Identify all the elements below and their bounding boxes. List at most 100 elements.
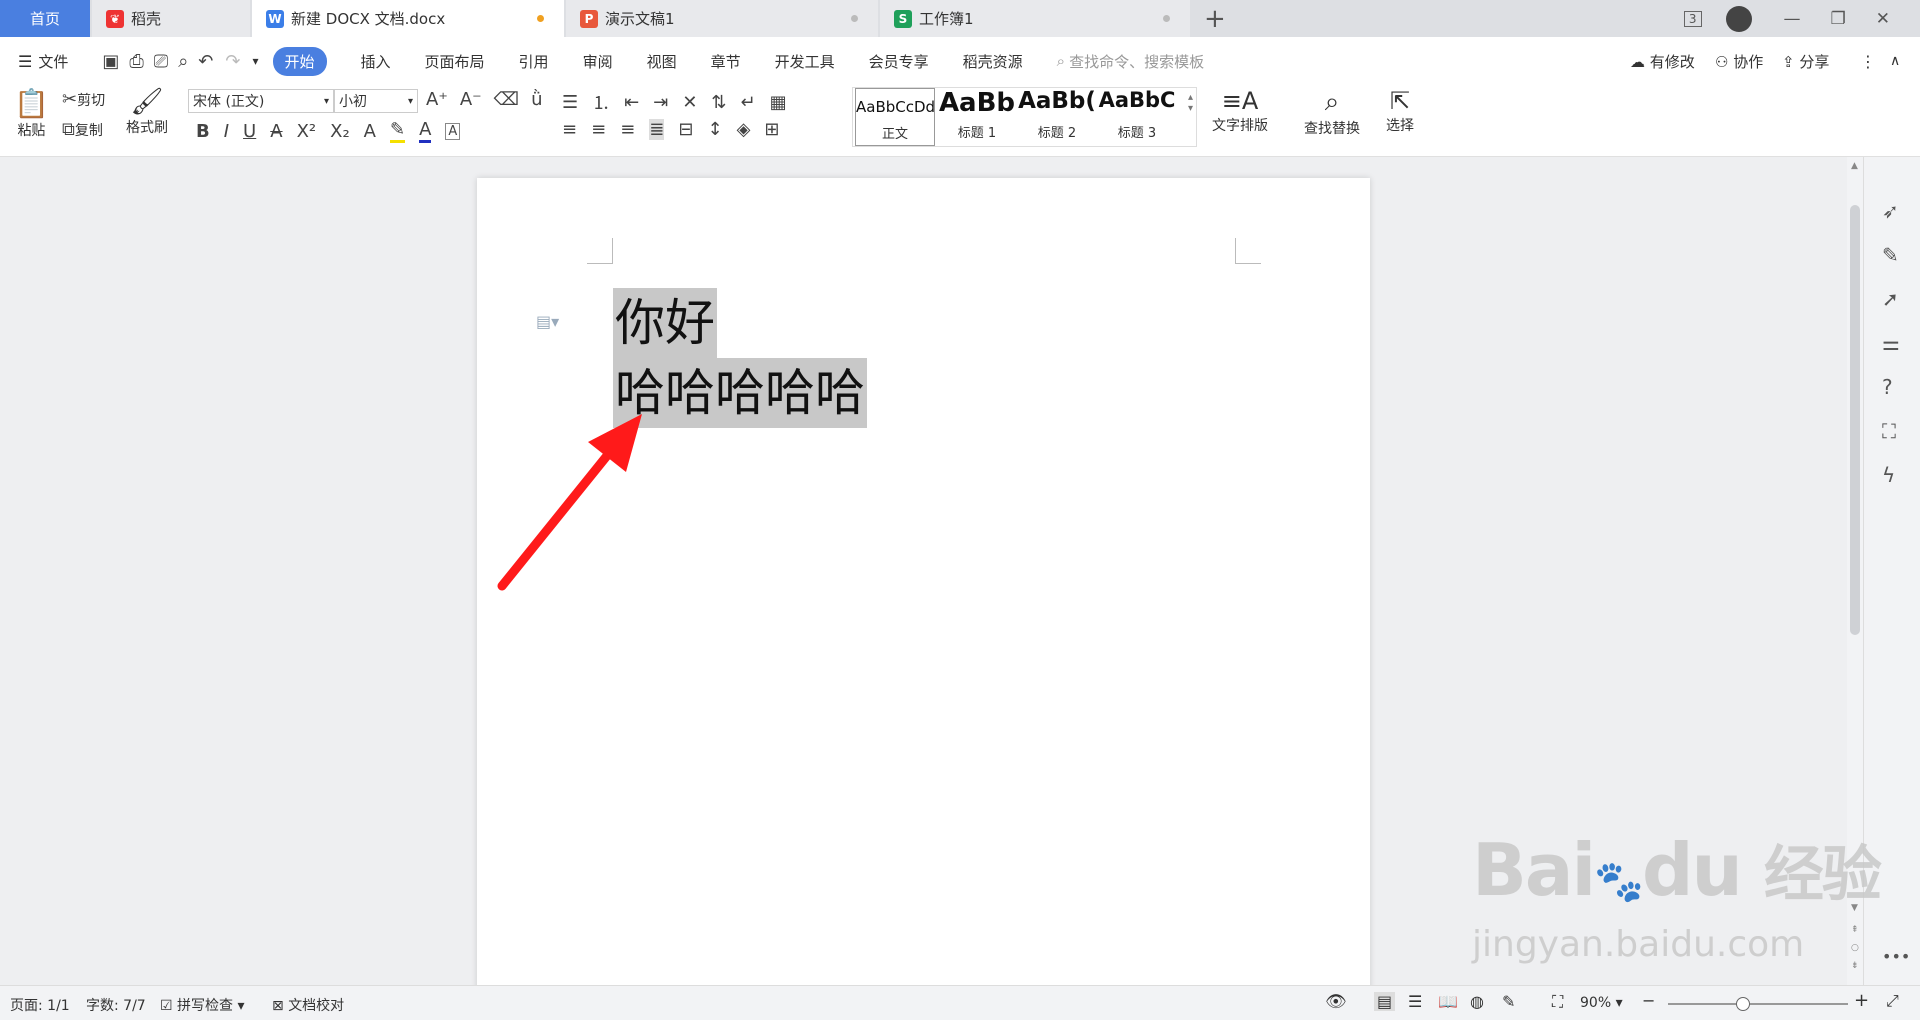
strikethrough-icon[interactable]: A — [270, 121, 282, 142]
help-icon[interactable]: ? — [1882, 375, 1893, 399]
subscript-icon[interactable]: X₂ — [330, 121, 350, 142]
save-icon[interactable]: ▣ — [102, 51, 119, 72]
zoom-select[interactable]: 90% ▾ — [1580, 995, 1623, 1011]
menu-developer[interactable]: 开发工具 — [775, 51, 835, 72]
sort-icon[interactable]: ⇅ — [711, 92, 726, 113]
numbered-list-icon[interactable]: ⒈ — [592, 89, 610, 115]
more-icon[interactable]: ⋮ — [1860, 52, 1876, 71]
next-page-icon[interactable]: ⇟ — [1851, 961, 1859, 971]
menu-file[interactable]: 文件 — [38, 51, 68, 72]
align-left-icon[interactable]: ≡ — [562, 119, 577, 140]
page-view-icon[interactable]: ▤ — [1374, 992, 1396, 1011]
write-mode-icon[interactable]: ✎ — [1502, 992, 1515, 1011]
close-icon[interactable]: ✕ — [1876, 9, 1890, 29]
style-normal[interactable]: AaBbCcDd 正文 — [855, 88, 935, 146]
paste-button[interactable]: 📋 粘贴 — [14, 87, 49, 140]
font-size-select[interactable]: 小初 ▾ — [334, 89, 418, 113]
bullet-list-icon[interactable]: ☰ — [562, 92, 578, 113]
browse-object-icon[interactable]: ○ — [1851, 943, 1859, 953]
reading-view-icon[interactable]: 📖 — [1438, 992, 1458, 1011]
style-heading-1[interactable]: AaBb 标题 1 — [937, 88, 1017, 146]
chinese-layout-icon[interactable]: ✕ — [682, 92, 697, 113]
style-heading-2[interactable]: AaBb( 标题 2 — [1017, 88, 1097, 146]
style-heading-3[interactable]: AaBbC 标题 3 — [1097, 88, 1177, 146]
command-search[interactable]: ⌕ 查找命令、搜索模板 — [1057, 51, 1204, 72]
tab-document[interactable]: W 新建 DOCX 文档.docx — [252, 0, 564, 37]
scroll-thumb[interactable] — [1850, 205, 1860, 635]
window-count-badge[interactable]: 3 — [1683, 10, 1702, 27]
pointer-icon[interactable]: ➚ — [1882, 287, 1899, 311]
quick-access-chevron-down-icon[interactable]: ▾ — [252, 54, 258, 68]
zoom-out-icon[interactable]: − — [1642, 991, 1655, 1010]
menu-section[interactable]: 章节 — [711, 51, 741, 72]
select-button[interactable]: ⇱ 选择 — [1386, 87, 1414, 135]
scroll-up-icon[interactable]: ▲ — [1851, 161, 1858, 171]
highlight-icon[interactable]: ✎ — [389, 119, 406, 143]
lightning-icon[interactable]: ϟ — [1882, 463, 1895, 487]
page-count[interactable]: 页面: 1/1 — [10, 995, 70, 1015]
tab-docer[interactable]: ❦ 稻壳 — [92, 0, 250, 37]
paragraph-handle-icon[interactable]: ▤▾ — [536, 312, 559, 331]
cut-button[interactable]: ✂ 剪切 — [62, 89, 105, 110]
show-marks-icon[interactable]: ↵ — [741, 92, 756, 113]
menu-view[interactable]: 视图 — [647, 51, 677, 72]
menu-insert[interactable]: 插入 — [361, 51, 391, 72]
zoom-slider[interactable] — [1668, 1003, 1848, 1005]
align-center-icon[interactable]: ≡ — [591, 119, 606, 140]
spell-check-button[interactable]: ☑ 拼写检查 ▾ — [160, 995, 245, 1015]
underline-icon[interactable]: U — [243, 121, 256, 142]
shrink-font-icon[interactable]: A⁻ — [460, 89, 482, 110]
zoom-in-icon[interactable]: + — [1854, 990, 1869, 1011]
copy-button[interactable]: ⧉ 复制 — [62, 119, 103, 140]
rocket-icon[interactable]: ➶ — [1882, 199, 1899, 223]
borders-icon[interactable]: ⊞ — [764, 119, 779, 140]
tab-close-dot-icon[interactable] — [1163, 15, 1170, 22]
fit-page-icon[interactable]: ⛶ — [1552, 992, 1563, 1012]
gallery-scroll-icon[interactable]: ▴ ▾ — [1188, 92, 1193, 114]
shading-icon[interactable]: ◈ — [737, 119, 751, 140]
decrease-indent-icon[interactable]: ⇤ — [624, 92, 639, 113]
align-right-icon[interactable]: ≡ — [620, 119, 635, 140]
collapse-ribbon-icon[interactable]: ∧ — [1890, 53, 1900, 69]
menu-references[interactable]: 引用 — [519, 51, 549, 72]
share-button[interactable]: ⇪ 分享 — [1782, 51, 1829, 72]
redo-icon[interactable]: ↷ — [225, 51, 240, 72]
tab-spreadsheet[interactable]: S 工作簿1 — [880, 0, 1190, 37]
proofread-button[interactable]: ⊠ 文档校对 — [272, 995, 344, 1015]
document-line-2[interactable]: 哈哈哈哈哈 — [613, 358, 867, 428]
pen-icon[interactable]: ✎ — [1882, 243, 1899, 267]
text-effect-icon[interactable]: A — [364, 121, 376, 142]
zoom-slider-thumb[interactable] — [1736, 997, 1750, 1011]
menu-member[interactable]: 会员专享 — [869, 51, 929, 72]
superscript-icon[interactable]: X² — [297, 121, 317, 142]
grow-font-icon[interactable]: A⁺ — [426, 89, 448, 110]
modified-button[interactable]: ☁ 有修改 — [1630, 51, 1695, 72]
collab-button[interactable]: ⚇ 协作 — [1715, 51, 1763, 72]
avatar[interactable] — [1725, 5, 1752, 32]
font-color-icon[interactable]: A — [419, 119, 432, 143]
eye-protect-icon[interactable]: 👁 — [1325, 992, 1347, 1012]
print-icon[interactable]: ⎚ — [154, 51, 168, 72]
minimize-icon[interactable]: — — [1784, 9, 1801, 29]
web-view-icon[interactable]: ◍ — [1470, 992, 1484, 1011]
more-dots-icon[interactable]: ••• — [1882, 947, 1910, 966]
restore-icon[interactable]: ❐ — [1831, 9, 1846, 29]
distribute-icon[interactable]: ⊟ — [678, 119, 693, 140]
tab-presentation[interactable]: P 演示文稿1 — [566, 0, 878, 37]
tab-close-dot-icon[interactable] — [851, 15, 858, 22]
export-pdf-icon[interactable]: ⎙ — [129, 51, 143, 72]
fullscreen-icon[interactable]: ⤢ — [1886, 991, 1899, 1011]
menu-page-layout[interactable]: 页面布局 — [425, 51, 485, 72]
undo-icon[interactable]: ↶ — [198, 51, 213, 72]
menu-review[interactable]: 审阅 — [583, 51, 613, 72]
justify-icon[interactable]: ≣ — [649, 119, 665, 140]
text-layout-button[interactable]: ≡A 文字排版 — [1212, 87, 1268, 135]
menu-docer-resources[interactable]: 稻壳资源 — [963, 51, 1023, 72]
new-tab-plus-icon[interactable]: + — [1204, 4, 1226, 34]
prev-page-icon[interactable]: ⇞ — [1851, 925, 1859, 935]
print-preview-icon[interactable]: ⌕ — [178, 51, 188, 72]
increase-indent-icon[interactable]: ⇥ — [653, 92, 668, 113]
find-replace-button[interactable]: ⌕ 查找替换 — [1304, 87, 1360, 138]
hamburger-icon[interactable]: ☰ — [18, 52, 32, 71]
document-line-1[interactable]: 你好 — [613, 288, 717, 358]
